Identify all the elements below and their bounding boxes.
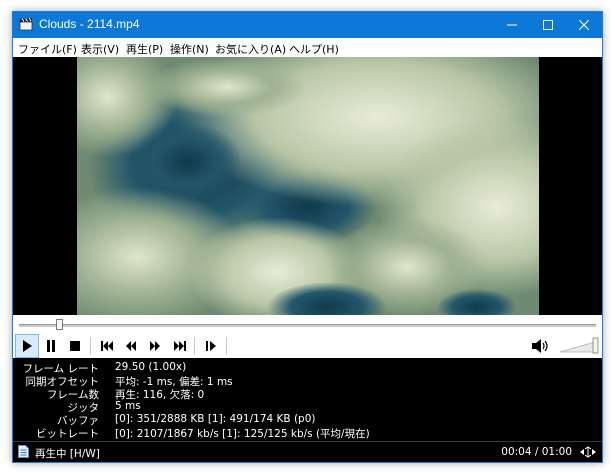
time-display: 00:04 / 01:00 <box>501 446 572 458</box>
stop-icon <box>70 341 80 351</box>
minimize-button[interactable] <box>494 12 530 38</box>
speaker-icon <box>532 339 548 353</box>
previous-button[interactable] <box>95 334 119 358</box>
frame-step-icon <box>205 341 216 351</box>
stat-row: 同期オフセット 平均: -1 ms, 偏差: 1 ms <box>13 374 602 388</box>
stat-row: ジッタ 5 ms <box>13 400 602 414</box>
fast-forward-icon <box>150 341 160 351</box>
stat-value: 29.50 (1.00x) <box>115 361 187 373</box>
maximize-button[interactable] <box>530 12 566 38</box>
stretch-icon[interactable] <box>580 446 596 458</box>
status-bar: 再生中 [H/W] 00:04 / 01:00 <box>13 441 602 462</box>
stat-row: フレーム レート 29.50 (1.00x) <box>13 361 602 375</box>
next-button[interactable] <box>167 334 191 358</box>
playback-status: 再生中 [H/W] <box>35 448 100 460</box>
play-button[interactable] <box>15 334 39 358</box>
video-frame <box>77 57 539 315</box>
mute-button[interactable] <box>529 334 553 358</box>
skip-forward-icon <box>173 341 186 351</box>
menu-file[interactable]: ファイル(F) <box>18 41 77 57</box>
window-title: Clouds - 2114.mp4 <box>39 17 140 31</box>
stat-value: 5 ms <box>115 400 141 412</box>
stop-button[interactable] <box>63 334 87 358</box>
volume-slider[interactable] <box>559 337 599 355</box>
control-bar <box>13 334 602 358</box>
close-icon <box>579 20 589 30</box>
toolbar-separator <box>194 337 195 355</box>
stat-label: ビットレート <box>36 428 99 440</box>
frame-step-button[interactable] <box>199 334 223 358</box>
skip-back-icon <box>100 341 113 351</box>
toolbar-separator <box>226 337 227 355</box>
menu-navigate[interactable]: 操作(N) <box>170 41 209 57</box>
fast-forward-button[interactable] <box>143 334 167 358</box>
maximize-icon <box>543 20 553 30</box>
title-bar[interactable]: Clouds - 2114.mp4 <box>13 12 602 38</box>
menu-view[interactable]: 表示(V) <box>81 41 119 57</box>
play-icon <box>23 340 32 352</box>
stat-value: [0]: 2107/1867 kb/s [1]: 125/125 kb/s (平… <box>115 428 370 440</box>
clapperboard-icon <box>19 17 33 31</box>
seek-thumb[interactable] <box>56 319 64 330</box>
menu-help[interactable]: ヘルプ(H) <box>289 41 339 57</box>
seek-track[interactable] <box>19 324 596 327</box>
pause-button[interactable] <box>39 334 63 358</box>
stat-row: バッファ [0]: 351/2888 KB [1]: 491/174 KB (p… <box>13 413 602 427</box>
stat-row: ビットレート [0]: 2107/1867 kb/s [1]: 125/125 … <box>13 426 602 440</box>
video-area[interactable] <box>13 57 602 315</box>
rewind-icon <box>126 341 136 351</box>
statistics-panel: フレーム レート 29.50 (1.00x) 同期オフセット 平均: -1 ms… <box>13 358 602 441</box>
toolbar-separator <box>90 337 91 355</box>
close-button[interactable] <box>566 12 602 38</box>
menu-play[interactable]: 再生(P) <box>126 41 163 57</box>
stat-value: [0]: 351/2888 KB [1]: 491/174 KB (p0) <box>115 413 316 425</box>
volume-thumb[interactable] <box>592 337 599 354</box>
player-window: Clouds - 2114.mp4 ファイル(F) 表示(V) 再生(P) 操作… <box>12 11 603 463</box>
rewind-button[interactable] <box>119 334 143 358</box>
pause-icon <box>47 340 55 352</box>
menu-favorites[interactable]: お気に入り(A) <box>215 41 286 57</box>
minimize-icon <box>507 24 517 26</box>
document-icon <box>18 445 29 458</box>
menu-bar: ファイル(F) 表示(V) 再生(P) 操作(N) お気に入り(A) ヘルプ(H… <box>13 38 602 58</box>
stat-row: フレーム数 再生: 116, 欠落: 0 <box>13 387 602 401</box>
seek-bar[interactable] <box>13 315 602 334</box>
